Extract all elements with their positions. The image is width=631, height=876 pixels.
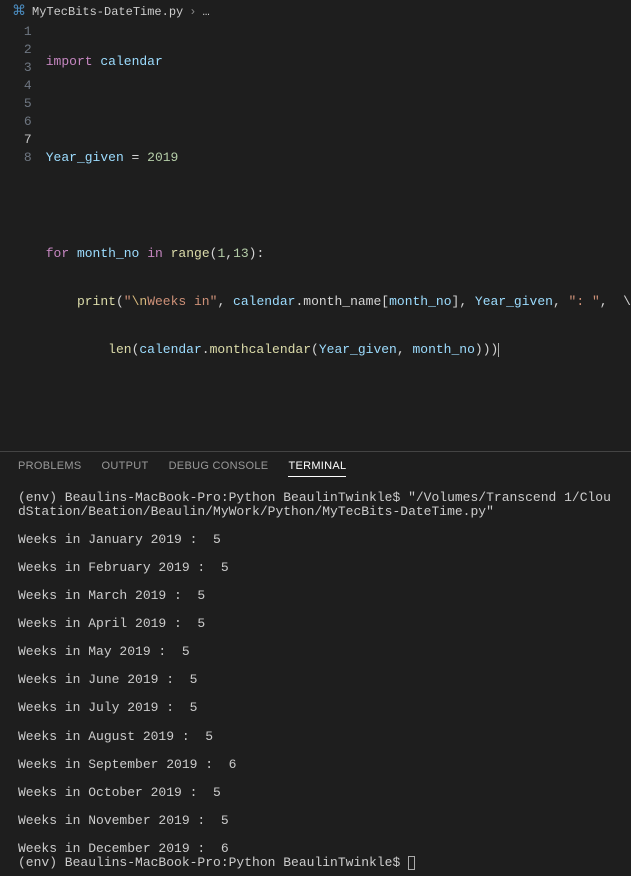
var-month-no: month_no: [77, 246, 139, 261]
line-number: 6: [0, 113, 32, 131]
terminal-line: Weeks in April 2019 : 5: [18, 617, 613, 631]
terminal-line: Weeks in February 2019 : 5: [18, 561, 613, 575]
terminal-line: Weeks in November 2019 : 5: [18, 814, 613, 828]
terminal-line: Weeks in May 2019 : 5: [18, 645, 613, 659]
fn-print: print: [77, 294, 116, 309]
keyword-import: import: [46, 54, 93, 69]
tab-terminal[interactable]: TERMINAL: [288, 460, 346, 477]
fn-range: range: [171, 246, 210, 261]
terminal-output[interactable]: (env) Beaulins-MacBook-Pro:Python Beauli…: [0, 485, 631, 876]
module-name: calendar: [100, 54, 162, 69]
terminal-line: Weeks in June 2019 : 5: [18, 673, 613, 687]
line-number: 1: [0, 23, 32, 41]
keyword-for: for: [46, 246, 69, 261]
tab-problems[interactable]: PROBLEMS: [18, 460, 82, 477]
line-number: 4: [0, 77, 32, 95]
bottom-panel: PROBLEMS OUTPUT DEBUG CONSOLE TERMINAL (…: [0, 451, 631, 876]
terminal-line: Weeks in September 2019 : 6: [18, 758, 613, 772]
tab-output[interactable]: OUTPUT: [102, 460, 149, 477]
tab-debug-console[interactable]: DEBUG CONSOLE: [169, 460, 269, 477]
terminal-cursor: [408, 856, 415, 870]
keyword-in: in: [147, 246, 163, 261]
editor-cursor: [498, 343, 499, 357]
terminal-line: Weeks in August 2019 : 5: [18, 730, 613, 744]
line-number: 8: [0, 149, 32, 167]
breadcrumb-more[interactable]: …: [202, 5, 209, 19]
terminal-prompt: (env) Beaulins-MacBook-Pro:Python Beauli…: [18, 490, 408, 505]
terminal-prompt: (env) Beaulins-MacBook-Pro:Python Beauli…: [18, 855, 408, 870]
line-number: 5: [0, 95, 32, 113]
terminal-line: Weeks in July 2019 : 5: [18, 701, 613, 715]
code-editor[interactable]: 12345678 import calendar Year_given = 20…: [0, 23, 631, 437]
line-number: 2: [0, 41, 32, 59]
line-number-gutter: 12345678: [0, 23, 46, 437]
panel-tabs: PROBLEMS OUTPUT DEBUG CONSOLE TERMINAL: [0, 452, 631, 485]
fn-len: len: [108, 342, 131, 357]
terminal-line: Weeks in October 2019 : 5: [18, 786, 613, 800]
python-file-icon: ⌘: [12, 3, 26, 20]
var-year-given: Year_given: [46, 150, 124, 165]
code-area[interactable]: import calendar Year_given = 2019 for mo…: [46, 23, 631, 437]
chevron-right-icon: ›: [189, 5, 196, 19]
breadcrumb: ⌘ MyTecBits-DateTime.py › …: [0, 0, 631, 23]
line-number: 3: [0, 59, 32, 77]
number-literal: 2019: [147, 150, 178, 165]
terminal-line: Weeks in January 2019 : 5: [18, 533, 613, 547]
terminal-line: Weeks in December 2019 : 6: [18, 842, 613, 856]
breadcrumb-filename[interactable]: MyTecBits-DateTime.py: [32, 5, 183, 19]
terminal-line: Weeks in March 2019 : 5: [18, 589, 613, 603]
line-number: 7: [0, 131, 32, 149]
